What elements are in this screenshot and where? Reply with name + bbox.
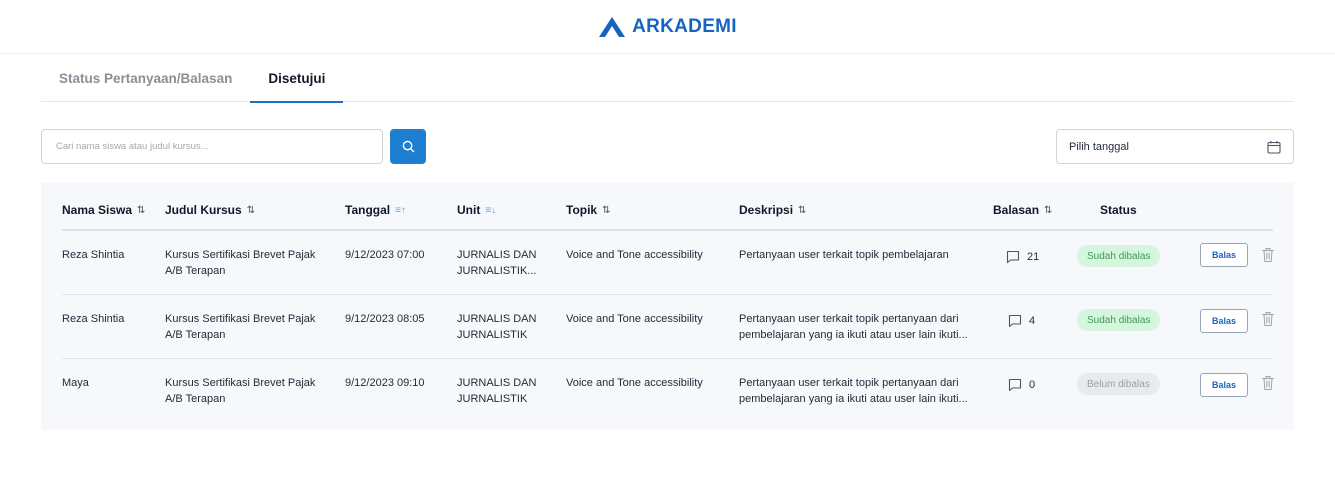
comment-icon [1008, 314, 1022, 328]
table-row: Reza Shintia Kursus Sertifikasi Brevet P… [62, 295, 1275, 359]
column-status: Status [1100, 203, 1137, 217]
column-tanggal[interactable]: Tanggal ≡↑ [345, 203, 406, 217]
description: Pertanyaan user terkait topik pertanyaan… [739, 313, 968, 341]
column-deskripsi[interactable]: Deskripsi ⇅ [739, 203, 806, 217]
column-unit[interactable]: Unit ≡↓ [457, 203, 496, 217]
student-name: Reza Shintia [62, 249, 125, 261]
column-judul-kursus[interactable]: Judul Kursus ⇅ [165, 203, 255, 217]
sort-asc-icon: ≡↑ [395, 204, 406, 216]
tab-disetujui[interactable]: Disetujui [250, 54, 344, 103]
date-filter[interactable]: Pilih tanggal [1056, 129, 1294, 164]
calendar-icon [1267, 140, 1281, 154]
sort-desc-icon: ≡↓ [485, 204, 497, 216]
sort-icon: ⇅ [246, 204, 256, 216]
table-header: Nama Siswa ⇅ Judul Kursus ⇅ Tanggal ≡↑ Unit… [62, 183, 1273, 231]
description: Pertanyaan user terkait topik pembelajar… [739, 249, 949, 261]
status-badge: Sudah dibalas [1077, 309, 1161, 331]
table-row: Reza Shintia Kursus Sertifikasi Brevet P… [62, 231, 1275, 295]
column-balasan[interactable]: Balasan ⇅ [993, 203, 1052, 217]
course-title: Kursus Sertifikasi Brevet Pajak A/B Terap… [165, 249, 316, 277]
question-date: 9/12/2023 09:10 [345, 377, 425, 389]
app-header: ARKADEMI [0, 0, 1335, 54]
trash-icon[interactable] [1261, 375, 1275, 391]
questions-table: Nama Siswa ⇅ Judul Kursus ⇅ Tanggal ≡↑ Unit… [41, 183, 1294, 430]
sort-icon: ⇅ [1044, 204, 1053, 216]
unit-name: JURNALIS DAN JURNALISTIK [457, 377, 537, 405]
table-row: Maya Kursus Sertifikasi Brevet Pajak A/B … [62, 359, 1275, 423]
comment-icon [1008, 378, 1022, 392]
search-input[interactable] [41, 129, 383, 164]
trash-icon[interactable] [1261, 247, 1275, 263]
sort-icon: ⇅ [137, 204, 146, 216]
reply-button[interactable]: Balas [1200, 373, 1248, 397]
search-icon [402, 140, 414, 153]
question-date: 9/12/2023 08:05 [345, 313, 425, 325]
tab-bar: Status Pertanyaan/Balasan Disetujui [41, 54, 1294, 103]
status-badge: Belum dibalas [1077, 373, 1160, 395]
brand-name: ARKADEMI [632, 15, 737, 37]
sort-icon: ⇅ [798, 204, 807, 216]
student-name: Maya [62, 377, 89, 389]
brand-logo[interactable]: ARKADEMI [598, 16, 737, 38]
course-title: Kursus Sertifikasi Brevet Pajak A/B Terap… [165, 313, 316, 341]
course-title: Kursus Sertifikasi Brevet Pajak A/B Terap… [165, 377, 316, 405]
description: Pertanyaan user terkait topik pertanyaan… [739, 377, 968, 405]
unit-name: JURNALIS DAN JURNALISTIK... [457, 249, 537, 277]
column-nama-siswa[interactable]: Nama Siswa ⇅ [62, 203, 145, 217]
unit-name: JURNALIS DAN JURNALISTIK [457, 313, 537, 341]
topic: Voice and Tone accessibility [566, 313, 703, 325]
column-topik[interactable]: Topik ⇅ [566, 203, 611, 217]
reply-count: 0 [1008, 377, 1035, 393]
reply-count: 4 [1008, 313, 1035, 329]
status-badge: Sudah dibalas [1077, 245, 1161, 267]
reply-count: 21 [1006, 249, 1039, 265]
sort-icon: ⇅ [602, 204, 611, 216]
trash-icon[interactable] [1261, 311, 1275, 327]
topic: Voice and Tone accessibility [566, 377, 703, 389]
reply-button[interactable]: Balas [1200, 243, 1248, 267]
search-button[interactable] [390, 129, 426, 164]
comment-icon [1006, 250, 1020, 264]
filter-bar: Pilih tanggal [41, 129, 1294, 164]
topic: Voice and Tone accessibility [566, 249, 703, 261]
arkademi-logo-icon [599, 16, 626, 37]
question-date: 9/12/2023 07:00 [345, 249, 425, 261]
reply-button[interactable]: Balas [1200, 309, 1248, 333]
date-filter-label: Pilih tanggal [1069, 140, 1129, 153]
student-name: Reza Shintia [62, 313, 125, 325]
tab-status-pertanyaan[interactable]: Status Pertanyaan/Balasan [41, 54, 250, 102]
